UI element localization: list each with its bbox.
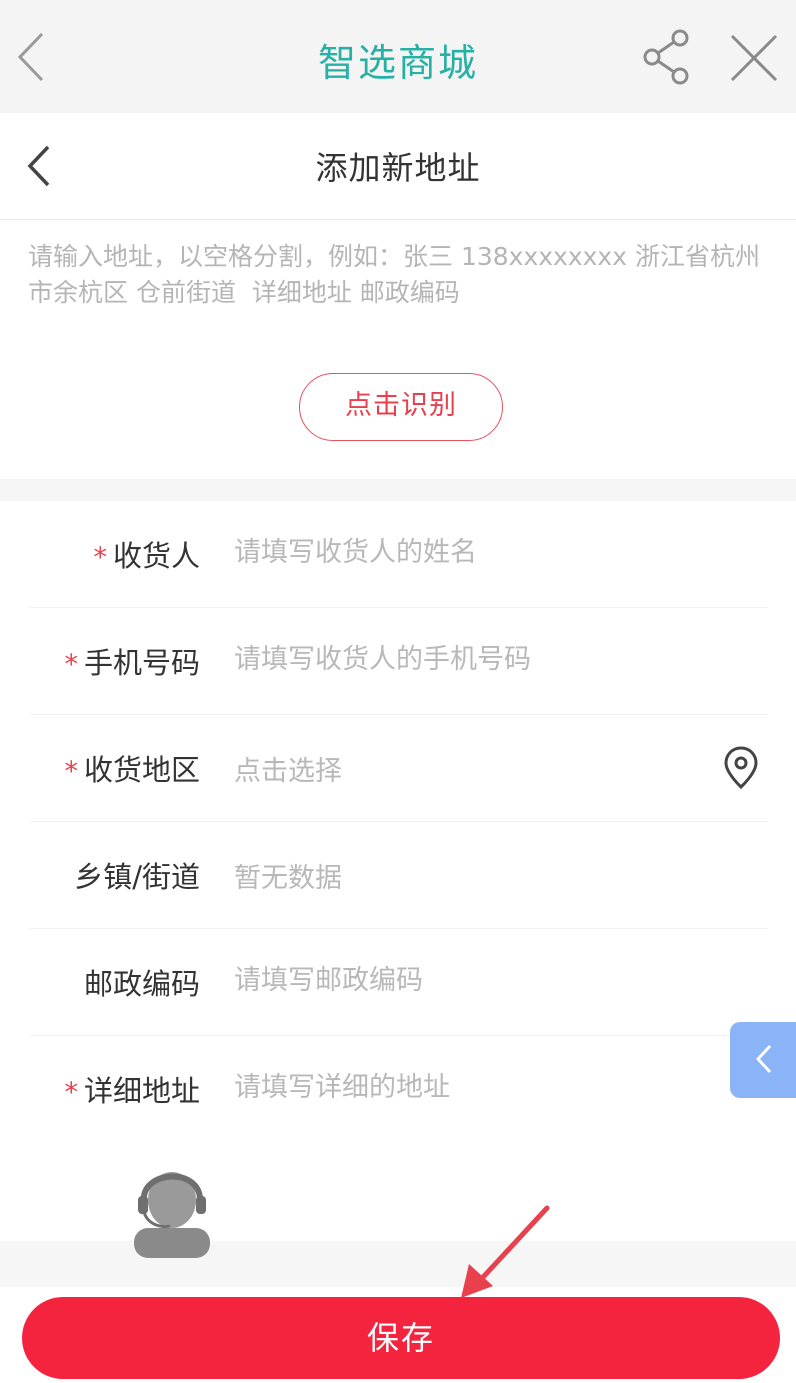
detail-row: * 详细地址 (0, 1036, 796, 1143)
recipient-row: * 收货人 (0, 501, 796, 608)
postal-label: 邮政编码 (83, 967, 200, 1001)
side-collapse-button[interactable] (730, 1022, 796, 1098)
annotation-arrow-icon (461, 1205, 550, 1298)
street-row[interactable]: 乡镇/街道 暂无数据 (0, 822, 796, 929)
bottom-divider (0, 1241, 796, 1287)
postal-row: 邮政编码 (0, 929, 796, 1036)
phone-input[interactable] (234, 636, 704, 682)
smart-paste-section: 点击识别 (0, 221, 796, 479)
required-mark: * (64, 756, 78, 787)
location-pin-icon[interactable] (722, 745, 760, 791)
street-selector[interactable]: 暂无数据 (234, 856, 342, 895)
page-header: 添加新地址 (0, 113, 796, 220)
address-form: *收货人 *手机号码 *收货地区 点击选择 乡镇/街道 暂无数据 邮政编码 *详… (0, 501, 796, 1241)
address-paste-input[interactable] (28, 239, 773, 339)
app-bar: 智选商城 (0, 0, 796, 113)
page-title: 添加新地址 (315, 149, 481, 187)
postal-code-input[interactable] (234, 957, 704, 1003)
street-label: 乡镇/街道 (74, 860, 200, 894)
recognize-button[interactable]: 点击识别 (299, 373, 503, 441)
region-label: * 收货地区 (64, 753, 200, 787)
recipient-input[interactable] (234, 529, 704, 575)
required-mark: * (93, 542, 107, 573)
recipient-label: * 收货人 (93, 539, 200, 573)
section-divider (0, 479, 796, 501)
required-mark: * (64, 649, 78, 680)
save-button[interactable]: 保存 (22, 1297, 780, 1379)
detail-label: * 详细地址 (64, 1074, 200, 1108)
chevron-left-icon (756, 1044, 772, 1074)
region-selector[interactable]: 点击选择 (234, 749, 342, 788)
region-row[interactable]: * 收货地区 点击选择 (0, 715, 796, 822)
detail-address-input[interactable] (234, 1064, 704, 1110)
phone-label: * 手机号码 (64, 646, 200, 680)
share-icon[interactable] (640, 28, 694, 86)
required-mark: * (64, 1077, 78, 1108)
close-icon[interactable] (728, 32, 780, 84)
phone-row: * 手机号码 (0, 608, 796, 715)
customer-service-icon[interactable] (126, 1156, 216, 1260)
